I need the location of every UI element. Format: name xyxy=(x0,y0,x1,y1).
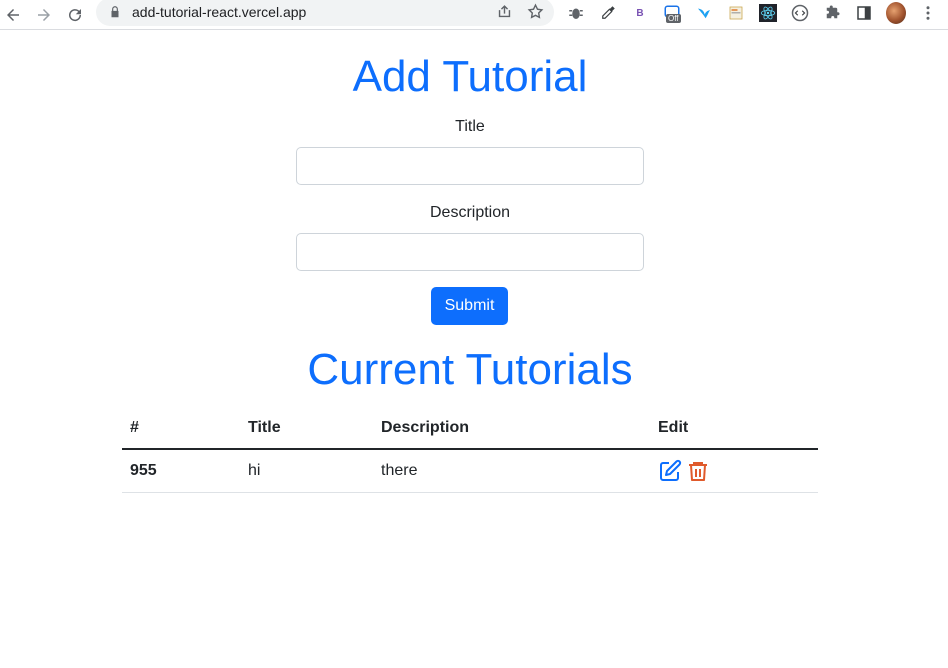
bug-extension-icon[interactable] xyxy=(566,3,586,23)
description-input[interactable] xyxy=(296,233,644,271)
reload-icon xyxy=(69,8,82,21)
browser-toolbar: add-tutorial-react.vercel.app B Off xyxy=(0,0,948,30)
title-input[interactable] xyxy=(296,147,644,185)
notes-extension-icon[interactable] xyxy=(726,3,746,23)
puzzle-extensions-icon[interactable] xyxy=(822,3,842,23)
lock-icon xyxy=(108,5,122,19)
tutorial-id: 955 xyxy=(122,449,240,493)
table-header-row: # Title Description Edit xyxy=(122,407,818,450)
eyedropper-extension-icon[interactable] xyxy=(598,3,618,23)
column-header-id: # xyxy=(122,407,240,450)
back-button[interactable] xyxy=(2,4,24,26)
table-row: 955 hi there xyxy=(122,449,818,493)
submit-button[interactable]: Submit xyxy=(431,287,508,325)
side-panel-icon[interactable] xyxy=(854,3,874,23)
bootstrap-extension-icon[interactable]: B xyxy=(630,3,650,23)
profile-avatar[interactable] xyxy=(886,2,906,24)
share-icon[interactable] xyxy=(496,3,513,25)
extensions-bar: B Off xyxy=(566,2,938,24)
arrow-right-icon xyxy=(38,8,50,21)
add-tutorial-heading: Add Tutorial xyxy=(352,52,588,101)
forward-button[interactable] xyxy=(33,4,55,26)
tutorial-description: there xyxy=(373,449,650,493)
address-bar[interactable]: add-tutorial-react.vercel.app xyxy=(96,0,554,26)
code-extension-icon[interactable] xyxy=(790,3,810,23)
chrome-menu-icon[interactable] xyxy=(918,3,938,23)
bird-extension-icon[interactable] xyxy=(694,3,714,23)
edit-icon[interactable] xyxy=(658,459,682,483)
bookmark-star-icon[interactable] xyxy=(527,3,544,25)
react-devtools-icon[interactable] xyxy=(758,3,778,23)
reload-button[interactable] xyxy=(64,4,86,26)
column-header-title: Title xyxy=(240,407,373,450)
url-text: add-tutorial-react.vercel.app xyxy=(132,4,307,20)
column-header-description: Description xyxy=(373,407,650,450)
tutorials-table: # Title Description Edit 955 hi there xyxy=(122,407,818,493)
current-tutorials-heading: Current Tutorials xyxy=(307,345,633,394)
description-label: Description xyxy=(429,204,511,221)
screen-reader-extension-icon[interactable]: Off xyxy=(662,3,682,23)
title-label: Title xyxy=(455,118,485,135)
tutorial-actions xyxy=(650,449,818,493)
column-header-edit: Edit xyxy=(650,407,818,450)
tutorial-title: hi xyxy=(240,449,373,493)
extension-off-badge: Off xyxy=(666,14,681,23)
arrow-left-icon xyxy=(7,8,19,21)
delete-trash-icon[interactable] xyxy=(686,459,710,483)
